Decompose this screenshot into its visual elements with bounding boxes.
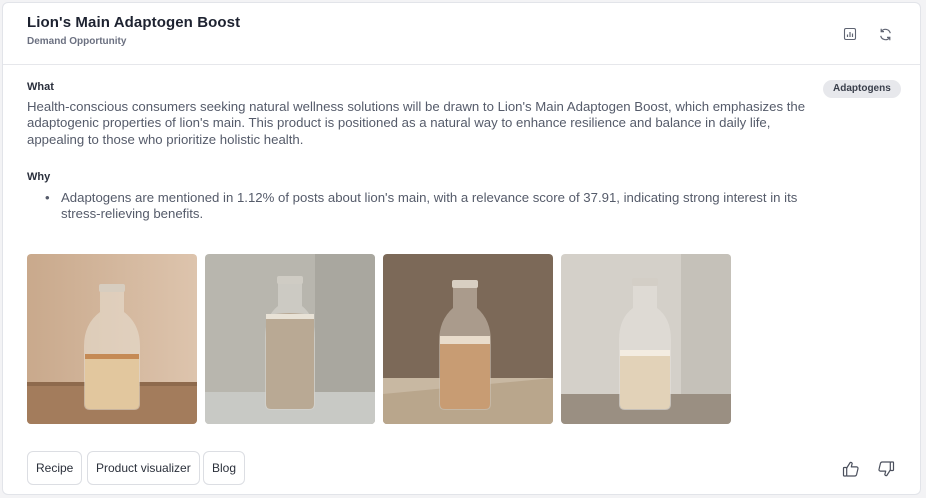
product-image-4[interactable] (561, 254, 731, 424)
product-image-1[interactable] (27, 254, 197, 424)
opportunity-type: Demand Opportunity (27, 36, 127, 47)
opportunity-card: Lion's Main Adaptogen Boost Demand Oppor… (2, 2, 921, 495)
why-label: Why (27, 171, 51, 183)
page-title: Lion's Main Adaptogen Boost (27, 14, 241, 31)
chart-icon[interactable] (840, 24, 860, 44)
card-header: Lion's Main Adaptogen Boost Demand Oppor… (3, 3, 920, 65)
refresh-icon[interactable] (875, 24, 895, 44)
what-label: What (27, 81, 54, 93)
what-description: Health-conscious consumers seeking natur… (27, 99, 806, 147)
thumbs-down-icon[interactable] (876, 459, 896, 479)
product-image-3[interactable] (383, 254, 553, 424)
recipe-button[interactable]: Recipe (27, 451, 83, 485)
blog-button[interactable]: Blog (203, 451, 246, 485)
category-tag: Adaptogens (823, 80, 901, 98)
thumbs-up-icon[interactable] (841, 459, 861, 479)
product-image-2[interactable] (205, 254, 375, 424)
why-list: Adaptogens are mentioned in 1.12% of pos… (45, 190, 825, 223)
why-item: Adaptogens are mentioned in 1.12% of pos… (45, 190, 825, 223)
product-visualizer-button[interactable]: Product visualizer (87, 451, 200, 485)
